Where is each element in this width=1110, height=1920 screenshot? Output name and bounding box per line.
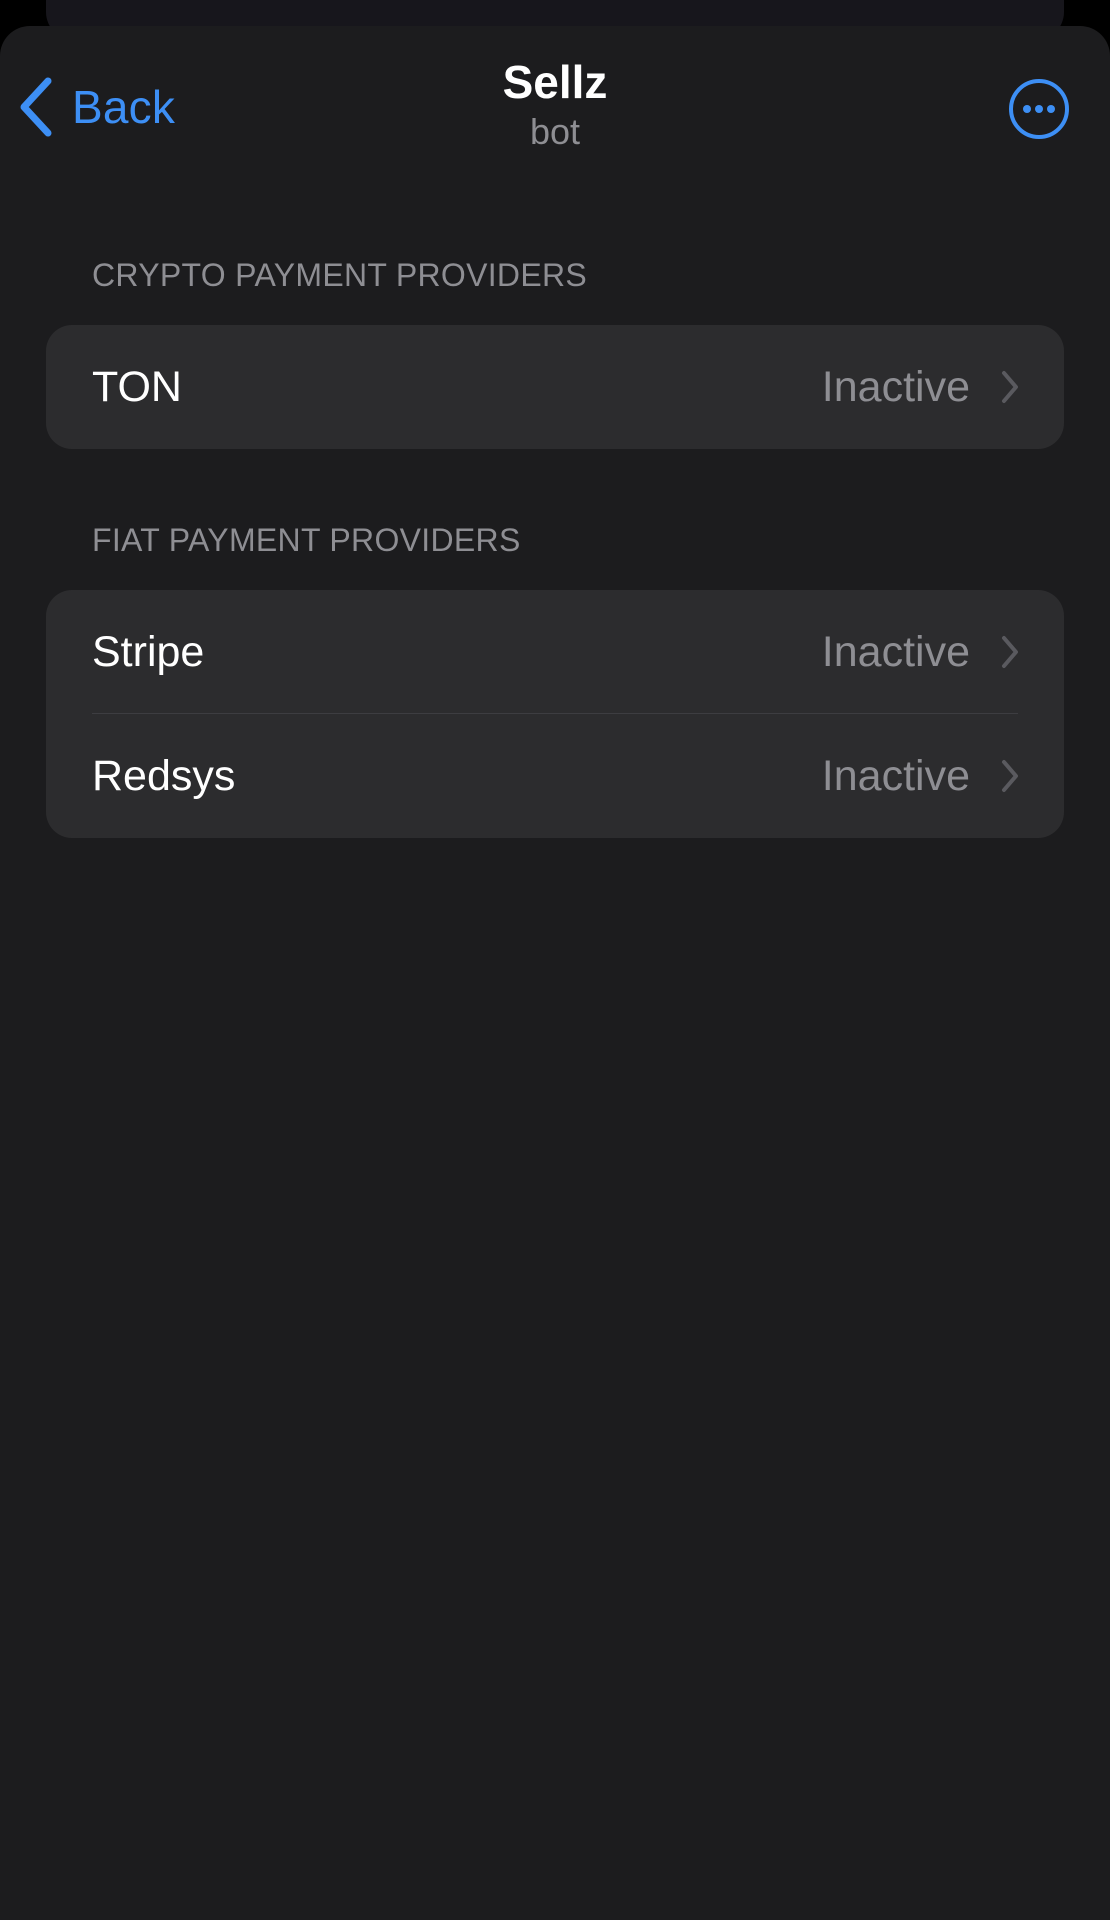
- more-options-button[interactable]: [1008, 78, 1070, 140]
- provider-name: TON: [92, 362, 182, 411]
- chevron-right-icon: [1002, 636, 1018, 668]
- chevron-right-icon: [1002, 371, 1018, 403]
- provider-status: Inactive: [821, 362, 970, 411]
- provider-status: Inactive: [821, 627, 970, 676]
- provider-row-redsys[interactable]: Redsys Inactive: [46, 714, 1064, 838]
- fiat-providers-group: Stripe Inactive Redsys Inactive: [46, 590, 1064, 838]
- section-header-fiat: FIAT PAYMENT PROVIDERS: [92, 522, 521, 558]
- chevron-right-icon: [1002, 760, 1018, 792]
- provider-name: Redsys: [92, 751, 236, 800]
- ellipsis-circle-icon: [1008, 79, 1070, 144]
- provider-row-ton[interactable]: TON Inactive: [46, 325, 1064, 449]
- provider-name: Stripe: [92, 627, 205, 676]
- crypto-providers-group: TON Inactive: [46, 325, 1064, 449]
- nav-title-block: Sellz bot: [0, 54, 1110, 154]
- payments-sheet: Back Sellz bot CRYPTO PAYMENT PROVIDERS …: [0, 26, 1110, 1920]
- provider-status: Inactive: [821, 751, 970, 800]
- section-header-crypto: CRYPTO PAYMENT PROVIDERS: [92, 257, 588, 293]
- page-subtitle: bot: [529, 111, 581, 152]
- page-title: Sellz: [502, 56, 608, 108]
- navigation-bar: Back Sellz bot: [0, 26, 1110, 176]
- provider-row-stripe[interactable]: Stripe Inactive: [46, 590, 1064, 714]
